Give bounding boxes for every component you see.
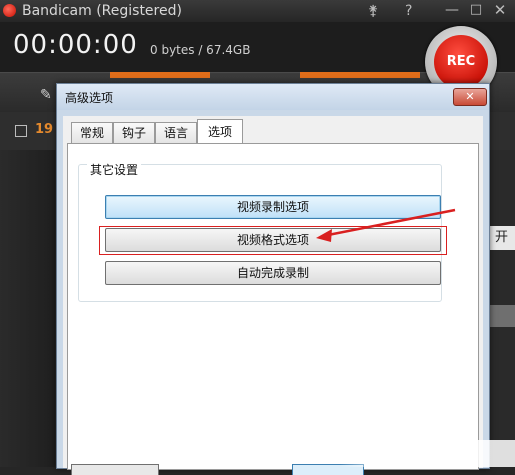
- watermark: [340, 440, 515, 467]
- annotation-arrow-icon: [316, 208, 456, 242]
